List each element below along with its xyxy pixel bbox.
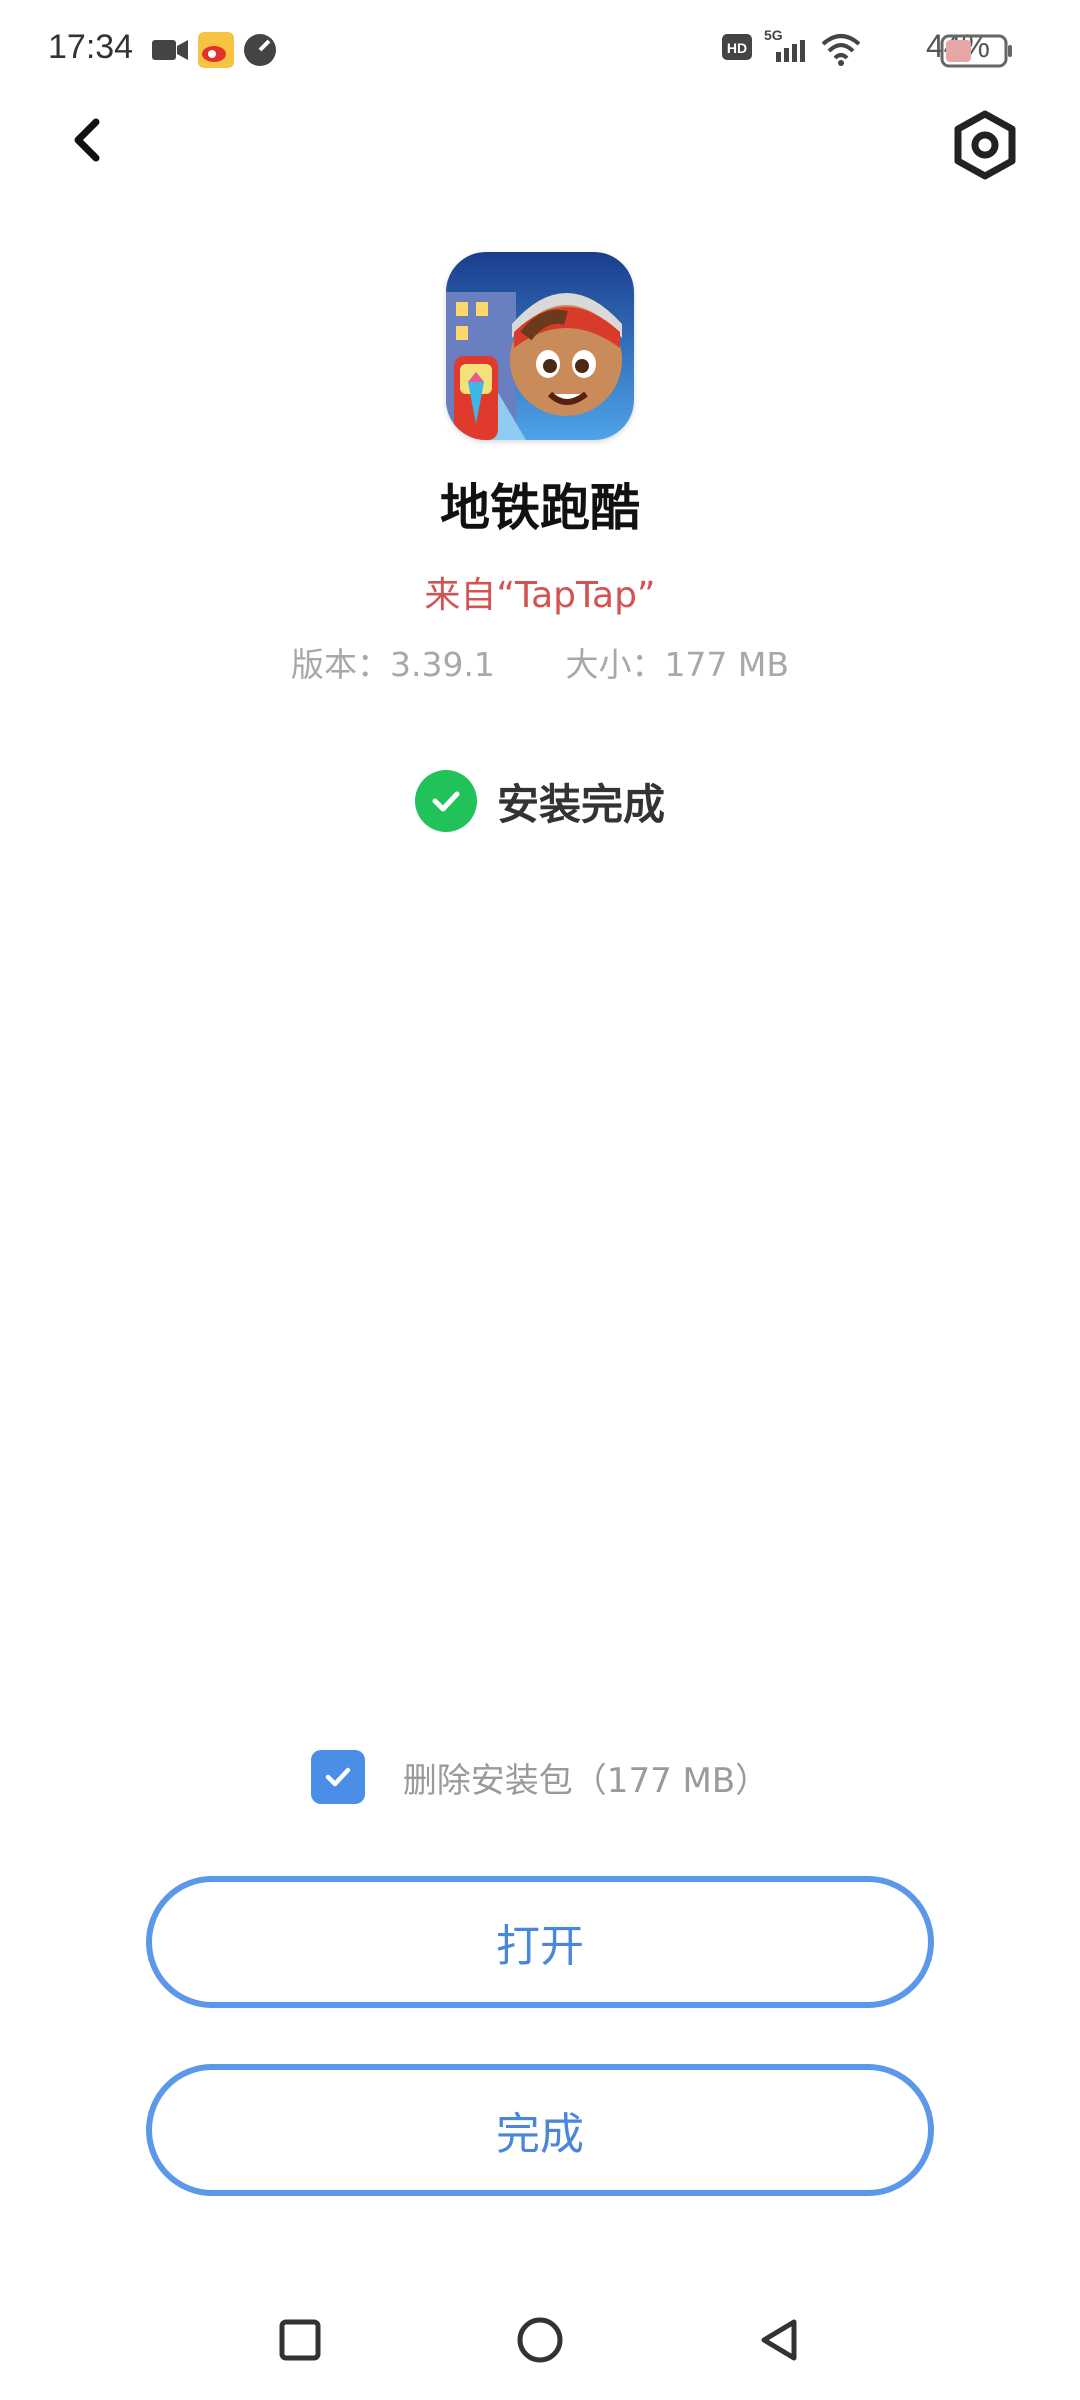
navigation-bar: [0, 2280, 1080, 2400]
settings-button[interactable]: [950, 110, 1020, 180]
square-icon: [279, 2319, 321, 2361]
gear-icon: [954, 110, 1016, 180]
signal-5g-icon: 5G: [762, 26, 810, 70]
success-check-icon: [414, 770, 477, 832]
gauge-icon: [240, 30, 280, 74]
wifi-icon: [820, 30, 862, 74]
app-name: 地铁跑酷: [440, 478, 640, 537]
hd-label: HD: [727, 40, 747, 56]
triangle-back-icon: [761, 2319, 797, 2361]
hd-icon: HD: [720, 30, 754, 68]
app-size: 大小：177 MB: [565, 645, 790, 684]
app-meta: 版本：3.39.1 大小：177 MB: [0, 638, 1080, 686]
delete-package-checkbox[interactable]: [310, 1750, 365, 1804]
app-source: 来自“TapTap”: [424, 575, 656, 616]
checkmark-icon: [325, 1767, 351, 1787]
delete-package-option[interactable]: 删除安装包（177 MB）: [0, 1750, 1080, 1804]
home-button[interactable]: [510, 2310, 570, 2370]
back-button[interactable]: [60, 110, 120, 170]
recent-apps-button[interactable]: [270, 2310, 330, 2370]
back-arrow-icon: [74, 118, 100, 162]
battery-icon: [940, 34, 1014, 72]
status-time: 17:34: [48, 28, 134, 66]
app-version: 版本：3.39.1: [290, 645, 495, 684]
delete-package-label: 删除安装包（177 MB）: [402, 1760, 770, 1801]
app-icon: [446, 252, 634, 440]
open-button[interactable]: 打开: [146, 1876, 934, 2008]
nav-back-button[interactable]: [750, 2310, 810, 2370]
video-camera-icon: [150, 30, 190, 74]
screen: 17:34 HD 5G 地铁跑酷 来自“TapTap” 版本：3.39.1 大小…: [0, 0, 1080, 2400]
install-status: 安装完成: [0, 770, 1080, 832]
network-label: 5G: [764, 27, 783, 43]
weibo-icon: [196, 30, 236, 74]
status-bar: 17:34 HD 5G: [0, 0, 1080, 100]
install-status-label: 安装完成: [496, 779, 665, 829]
done-button[interactable]: 完成: [146, 2064, 934, 2196]
circle-icon: [517, 2317, 563, 2363]
